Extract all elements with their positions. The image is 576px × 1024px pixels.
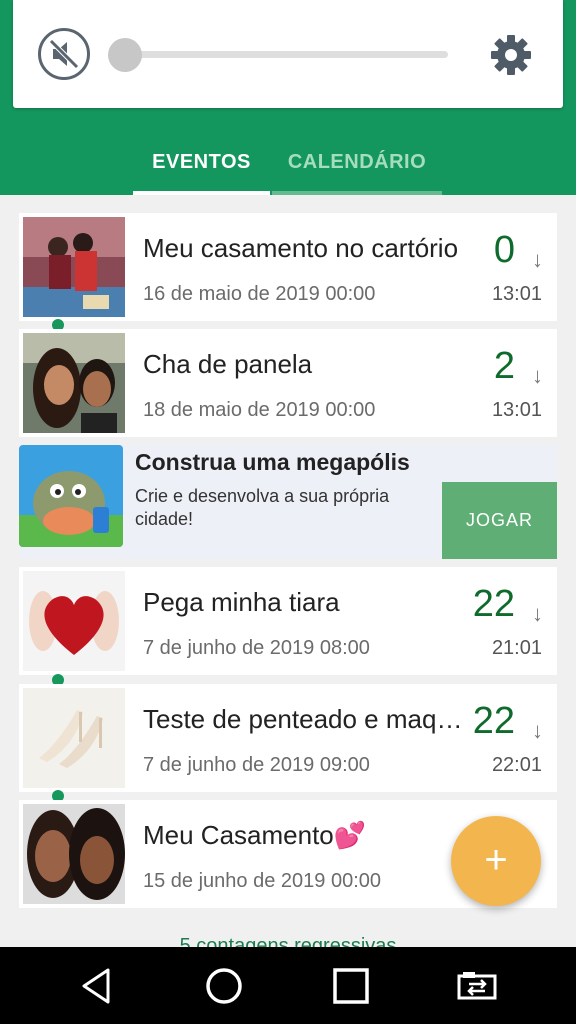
event-photo — [23, 217, 125, 317]
volume-slider-track[interactable] — [112, 51, 448, 58]
event-time: 13:01 — [491, 283, 542, 305]
event-item[interactable]: Teste de penteado e maquiagem 7 de junho… — [19, 684, 557, 792]
switch-app-icon — [457, 972, 497, 1000]
event-date: 15 de junho de 2019 00:00 — [143, 870, 381, 892]
down-arrow-icon: ↓ — [532, 718, 543, 743]
volume-off-icon — [49, 39, 79, 69]
down-arrow-icon: ↓ — [532, 247, 543, 272]
ad-title: Construa uma megapólis — [135, 449, 410, 475]
event-countdown: 0 — [493, 229, 515, 271]
tab-bar: EVENTOS CALENDÁRIO — [0, 140, 576, 195]
event-title: Meu Casamento💕 — [143, 820, 367, 850]
down-arrow-icon: ↓ — [532, 601, 543, 626]
event-countdown: 22 — [472, 700, 515, 742]
home-button[interactable] — [202, 964, 246, 1008]
event-time: 21:01 — [491, 637, 542, 659]
ad-description: Crie e desenvolva a sua própria cidade! — [135, 486, 390, 529]
event-title: Cha de panela — [143, 349, 313, 379]
event-date: 16 de maio de 2019 00:00 — [143, 283, 376, 305]
event-time: 13:01 — [491, 399, 542, 421]
event-time: 22:01 — [491, 754, 542, 776]
event-date: 18 de maio de 2019 00:00 — [143, 399, 376, 421]
switch-app-button[interactable] — [455, 964, 499, 1008]
event-item[interactable]: Meu casamento no cartório 16 de maio de … — [19, 213, 557, 321]
event-photo — [23, 333, 125, 433]
back-button[interactable] — [76, 964, 120, 1008]
volume-slider-thumb[interactable] — [108, 38, 142, 72]
event-item[interactable]: Cha de panela 18 de maio de 2019 00:00 2… — [19, 329, 557, 437]
add-event-button[interactable]: + — [451, 816, 541, 906]
recents-icon — [333, 968, 369, 1004]
tab-eventos[interactable]: EVENTOS — [133, 140, 270, 195]
tab-calendario[interactable]: CALENDÁRIO — [272, 140, 442, 195]
gear-icon — [491, 35, 531, 75]
home-icon — [206, 968, 242, 1004]
down-arrow-icon: ↓ — [532, 363, 543, 388]
settings-button[interactable] — [490, 34, 532, 76]
event-photo — [23, 688, 125, 788]
ad-play-button[interactable]: JOGAR — [442, 482, 557, 559]
event-date: 7 de junho de 2019 09:00 — [143, 754, 370, 776]
event-title: Teste de penteado e maquiagem — [143, 704, 473, 734]
event-photo — [23, 804, 125, 904]
event-countdown: 22 — [472, 583, 515, 625]
event-title: Pega minha tiara — [143, 587, 340, 617]
back-icon — [82, 968, 110, 1004]
event-title: Meu casamento no cartório — [143, 233, 459, 263]
event-photo — [23, 571, 125, 671]
event-countdown: 2 — [493, 345, 515, 387]
mute-button[interactable] — [38, 28, 90, 80]
countdown-summary: 5 contagens regressivas — [179, 935, 397, 947]
system-navigation-bar — [0, 947, 576, 1024]
event-item[interactable]: Pega minha tiara 7 de junho de 2019 08:0… — [19, 567, 557, 675]
sound-control-card — [13, 0, 563, 108]
ad-banner[interactable]: Construa uma megapólis Crie e desenvolva… — [19, 445, 557, 559]
add-icon: + — [484, 838, 508, 882]
event-date: 7 de junho de 2019 08:00 — [143, 637, 370, 659]
recents-button[interactable] — [329, 964, 373, 1008]
ad-game-image — [19, 445, 123, 547]
